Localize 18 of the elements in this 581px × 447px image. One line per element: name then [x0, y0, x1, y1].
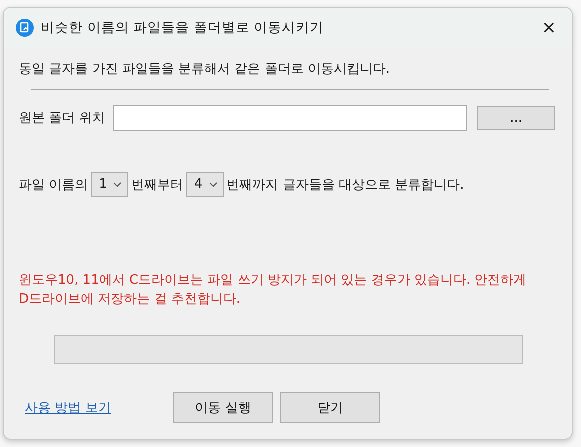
range-suffix-text: 번째까지 글자들을 대상으로 분류합니다. — [226, 176, 464, 194]
window-title: 비슷한 이름의 파일들을 폴더별로 이동시키기 — [41, 19, 326, 37]
run-move-button[interactable]: 이동 실행 — [173, 392, 274, 423]
description-text: 동일 글자를 가진 파일들을 분류해서 같은 폴더로 이동시킵니다. — [19, 61, 392, 78]
close-button[interactable]: ✕ — [526, 8, 572, 48]
chevron-icon — [113, 182, 122, 188]
folder-label: 원본 폴더 위치 — [19, 110, 106, 127]
chevron-icon — [208, 182, 218, 188]
range-prefix-text: 파일 이름의 — [19, 176, 88, 194]
help-link[interactable]: 사용 방법 보기 — [25, 398, 112, 416]
app-icon — [16, 19, 34, 37]
close-dialog-button[interactable]: 닫기 — [280, 392, 380, 423]
range-middle-text: 번째부터 — [131, 176, 184, 194]
start-dropdown[interactable]: 1 — [91, 172, 128, 197]
warning-text: 윈도우10, 11에서 C드라이브는 파일 쓰기 방지가 되어 있는 경우가 있습니다. 안전하게 D드라이브에 저장하는 걸 추천합니다. — [19, 272, 528, 309]
folder-path-field[interactable] — [113, 105, 468, 131]
browse-button[interactable]: ... — [477, 106, 556, 130]
end-dropdown[interactable]: 4 — [186, 172, 224, 197]
